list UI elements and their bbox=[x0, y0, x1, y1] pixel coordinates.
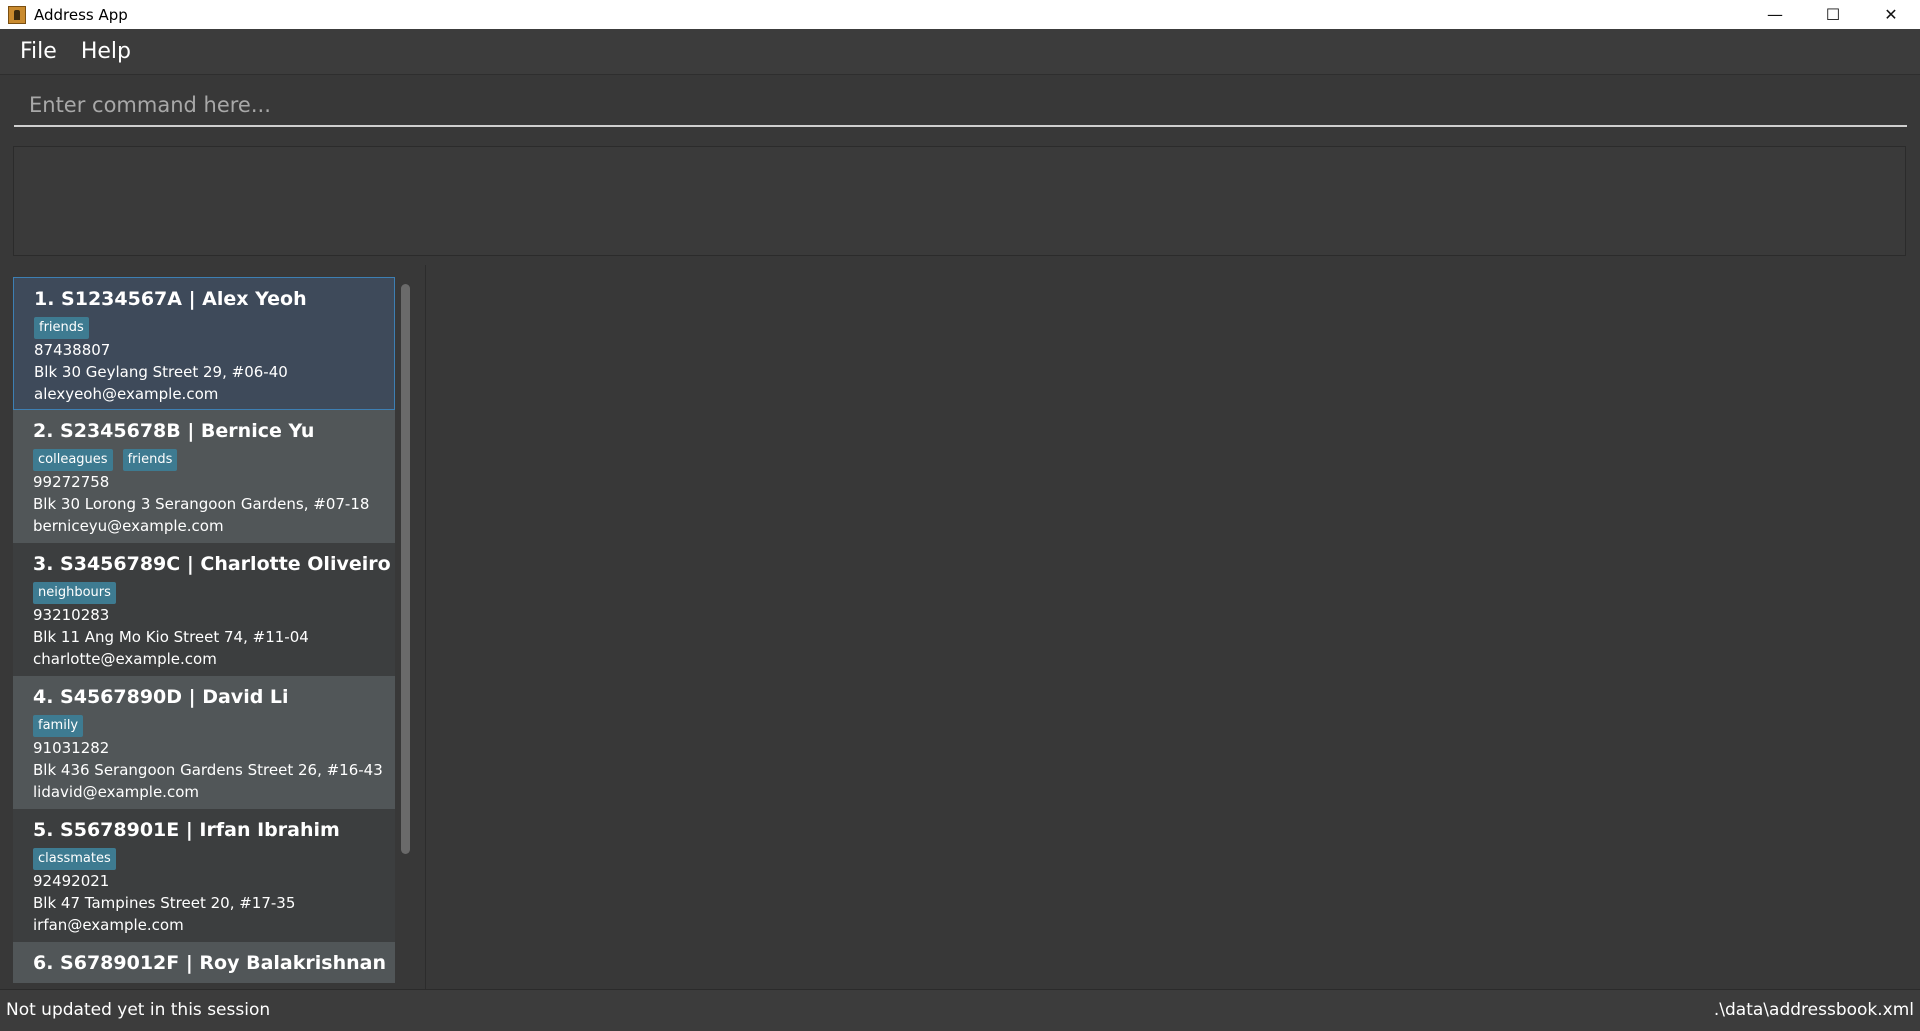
tag-list: classmates bbox=[33, 848, 377, 870]
tag-label: friends bbox=[122, 449, 178, 471]
person-card[interactable]: 1. S1234567A | Alex Yeoh friends 87438807 B… bbox=[13, 277, 395, 410]
person-email: berniceyu@example.com bbox=[33, 517, 224, 535]
menu-bar: File Help bbox=[0, 29, 1920, 74]
tag-label: friends bbox=[34, 317, 89, 339]
person-header: 2. S2345678B | Bernice Yu bbox=[33, 420, 315, 442]
window-controls: — ☐ ✕ bbox=[1746, 0, 1920, 29]
person-list-panel: 1. S1234567A | Alex Yeoh friends 87438807 B… bbox=[0, 265, 426, 989]
person-address: Blk 30 Lorong 3 Serangoon Gardens, #07-1… bbox=[33, 495, 370, 513]
app-icon bbox=[8, 5, 26, 24]
tag-list bbox=[33, 981, 377, 983]
tag-label: classmates bbox=[33, 848, 116, 870]
tag-list: neighbours bbox=[33, 582, 377, 604]
command-box bbox=[0, 74, 1920, 136]
person-email: charlotte@example.com bbox=[33, 650, 217, 668]
person-phone: 99272758 bbox=[33, 473, 110, 491]
person-card[interactable]: 2. S2345678B | Bernice Yu colleagues frien… bbox=[13, 410, 395, 543]
person-header: 1. S1234567A | Alex Yeoh bbox=[34, 288, 307, 310]
person-phone: 87438807 bbox=[34, 341, 111, 359]
person-card[interactable]: 3. S3456789C | Charlotte Oliveiro neighbo… bbox=[13, 543, 395, 676]
person-header: 4. S4567890D | David Li bbox=[33, 686, 289, 708]
tag-label: colleagues bbox=[33, 449, 113, 471]
tag-list: colleagues friends bbox=[33, 449, 377, 471]
person-header: 3. S3456789C | Charlotte Oliveiro bbox=[33, 553, 391, 575]
result-display[interactable] bbox=[13, 146, 1906, 256]
tag-list: family bbox=[33, 715, 377, 737]
person-phone: 93210283 bbox=[33, 606, 110, 624]
person-list[interactable]: 1. S1234567A | Alex Yeoh friends 87438807 B… bbox=[13, 277, 395, 983]
status-bar: Not updated yet in this session .\data\a… bbox=[0, 989, 1920, 1031]
menu-file[interactable]: File bbox=[8, 35, 69, 68]
person-email: alexyeoh@example.com bbox=[34, 385, 219, 403]
list-scrollbar-thumb[interactable] bbox=[401, 284, 410, 854]
minimize-button[interactable]: — bbox=[1746, 0, 1804, 29]
person-card[interactable]: 5. S5678901E | Irfan Ibrahim classmates 92… bbox=[13, 809, 395, 942]
person-phone: 92492021 bbox=[33, 872, 110, 890]
window-title: Address App bbox=[34, 5, 128, 24]
person-phone: 91031282 bbox=[33, 739, 110, 757]
person-header: 6. S6789012F | Roy Balakrishnan bbox=[33, 952, 386, 974]
person-card[interactable]: 6. S6789012F | Roy Balakrishnan bbox=[13, 942, 395, 983]
person-address: Blk 11 Ang Mo Kio Street 74, #11-04 bbox=[33, 628, 309, 646]
person-card[interactable]: 4. S4567890D | David Li family 91031282 Blk… bbox=[13, 676, 395, 809]
save-location: .\data\addressbook.xml bbox=[1713, 1000, 1914, 1020]
menu-help[interactable]: Help bbox=[69, 35, 143, 68]
maximize-button[interactable]: ☐ bbox=[1804, 0, 1862, 29]
sync-status: Not updated yet in this session bbox=[6, 1000, 271, 1020]
person-header: 5. S5678901E | Irfan Ibrahim bbox=[33, 819, 340, 841]
title-bar: Address App — ☐ ✕ bbox=[0, 0, 1920, 29]
browser-panel bbox=[427, 265, 1920, 989]
person-email: irfan@example.com bbox=[33, 916, 184, 934]
person-address: Blk 436 Serangoon Gardens Street 26, #16… bbox=[33, 761, 383, 779]
list-scrollbar[interactable] bbox=[399, 284, 411, 976]
person-address: Blk 30 Geylang Street 29, #06-40 bbox=[34, 363, 288, 381]
command-input[interactable] bbox=[14, 85, 1907, 127]
close-button[interactable]: ✕ bbox=[1862, 0, 1920, 29]
tag-label: family bbox=[33, 715, 84, 737]
person-email: lidavid@example.com bbox=[33, 783, 199, 801]
person-address: Blk 47 Tampines Street 20, #17-35 bbox=[33, 894, 296, 912]
tag-list: friends bbox=[34, 317, 376, 339]
tag-label: neighbours bbox=[33, 582, 116, 604]
